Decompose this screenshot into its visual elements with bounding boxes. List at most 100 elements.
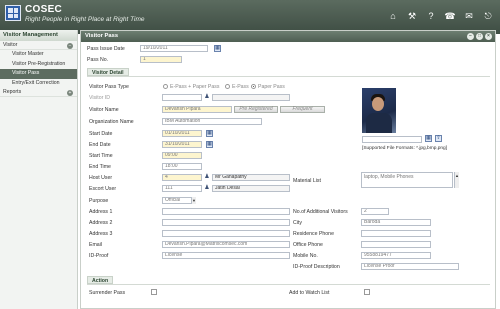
top-bar: COSEC Right People in Right Place at Rig… bbox=[0, 0, 500, 34]
visitor-pass-type-label: Visitor Pass Type bbox=[89, 84, 129, 90]
additional-visitors-label: No.of Additional Visitors bbox=[293, 209, 348, 215]
surrender-pass-checkbox[interactable] bbox=[151, 289, 157, 295]
residence-phone-label: Residence Phone bbox=[293, 231, 334, 237]
address3-label: Address 3 bbox=[89, 231, 113, 237]
id-proof-description-label: ID-Proof Description bbox=[293, 264, 340, 270]
upload-icon[interactable]: ⇧ bbox=[435, 135, 442, 142]
sidebar-section-label: Reports bbox=[3, 89, 22, 95]
radio-label: E-Pass + Paper Pass bbox=[170, 84, 220, 90]
address2-input[interactable] bbox=[162, 219, 290, 226]
sidebar-section-label: Visitor bbox=[3, 42, 18, 48]
logout-icon[interactable]: ⎋ bbox=[482, 10, 494, 22]
visitor-detail-title: Visitor Detail bbox=[87, 68, 129, 76]
address1-input[interactable] bbox=[162, 208, 290, 215]
start-date-input[interactable]: 01/10/2011 bbox=[162, 130, 202, 137]
app-tagline: Right People in Right Place at Right Tim… bbox=[25, 16, 145, 23]
radio-label: E-Pass bbox=[232, 84, 249, 90]
end-time-input[interactable]: 18:00 bbox=[162, 163, 202, 170]
start-time-input[interactable]: 09:00 bbox=[162, 152, 202, 159]
surrender-pass-label: Surrender Pass bbox=[89, 290, 126, 296]
radio-paper-pass[interactable] bbox=[251, 84, 256, 89]
action-title: Action bbox=[87, 276, 114, 284]
user-lookup-icon[interactable]: ♟ bbox=[204, 174, 210, 181]
collapse-icon[interactable]: − bbox=[67, 42, 73, 49]
close-icon[interactable]: × bbox=[485, 33, 492, 40]
visitor-id-input[interactable] bbox=[162, 94, 202, 101]
browse-icon[interactable]: ▦ bbox=[425, 135, 432, 142]
id-proof-input[interactable]: License bbox=[162, 252, 290, 259]
sidebar-item-visitor-pass[interactable]: Visitor Pass bbox=[0, 69, 77, 79]
email-input[interactable]: Devansh.Pipara@Matrixcomsec.com bbox=[162, 241, 290, 248]
pass-no-label: Pass No. bbox=[87, 57, 109, 63]
city-input[interactable]: Baroda bbox=[361, 219, 431, 226]
minimize-icon[interactable]: − bbox=[467, 33, 474, 40]
chevron-down-icon[interactable]: ▼ bbox=[191, 197, 196, 204]
host-user-id-input[interactable]: 4 bbox=[162, 174, 202, 181]
escort-user-name: Jatin Desai bbox=[212, 185, 290, 192]
material-list-textarea[interactable]: laptop, Mobile Phones bbox=[361, 172, 453, 188]
pass-issue-date-input[interactable]: 19/10/2011 bbox=[140, 45, 208, 52]
add-watch-list-checkbox[interactable] bbox=[364, 289, 370, 295]
panel-title: Visitor Pass bbox=[85, 33, 119, 39]
supported-formats-note: [Supported File Formats: *.jpg,bmp,png] bbox=[362, 146, 448, 151]
sidebar-item-visitor-pre-registration[interactable]: Visitor Pre-Registration bbox=[0, 60, 77, 70]
city-label: City bbox=[293, 220, 302, 226]
mobile-label: Mobile No. bbox=[293, 253, 318, 259]
address2-label: Address 2 bbox=[89, 220, 113, 226]
pass-no-input[interactable]: 1 bbox=[140, 56, 182, 63]
residence-phone-input[interactable] bbox=[361, 230, 431, 237]
host-user-name: Mr Ganapathy bbox=[212, 174, 290, 181]
id-proof-description-input[interactable]: License Proof bbox=[361, 263, 459, 270]
frequent-button[interactable]: Frequent bbox=[280, 106, 325, 113]
calendar-icon[interactable]: ▦ bbox=[206, 130, 213, 137]
phone-icon[interactable]: ☎ bbox=[444, 10, 456, 22]
organization-input[interactable]: IBM Automation bbox=[162, 118, 262, 125]
calendar-icon[interactable]: ▦ bbox=[206, 141, 213, 148]
visitor-id-name bbox=[212, 94, 290, 101]
pre-registered-button[interactable]: Pre Registered bbox=[234, 106, 278, 113]
address1-label: Address 1 bbox=[89, 209, 113, 215]
cosec-logo bbox=[5, 5, 21, 21]
visitor-name-label: Visitor Name bbox=[89, 107, 119, 113]
radio-label: Paper Pass bbox=[258, 84, 285, 90]
office-phone-label: Office Phone bbox=[293, 242, 323, 248]
calendar-icon[interactable]: ▦ bbox=[214, 45, 221, 52]
sidebar: Visitor Management Visitor − Visitor Mas… bbox=[0, 30, 78, 309]
photo-file-input[interactable] bbox=[362, 136, 422, 143]
panel-header: Visitor Pass − □ × bbox=[81, 31, 495, 42]
sidebar-section-visitor[interactable]: Visitor − bbox=[0, 41, 77, 50]
app-name: COSEC bbox=[25, 4, 63, 15]
additional-visitors-input[interactable]: 2 bbox=[361, 208, 389, 215]
user-lookup-icon[interactable]: ♟ bbox=[204, 185, 210, 192]
end-date-input[interactable]: 31/10/2011 bbox=[162, 141, 202, 148]
end-time-label: End Time bbox=[89, 164, 111, 170]
sidebar-header: Visitor Management bbox=[0, 30, 77, 41]
host-user-label: Host User bbox=[89, 175, 113, 181]
message-icon[interactable]: ✉ bbox=[463, 10, 475, 22]
expand-icon[interactable]: + bbox=[67, 89, 73, 96]
organization-label: Organization Name bbox=[89, 119, 134, 125]
tools-icon[interactable]: ⚒ bbox=[406, 10, 418, 22]
scroll-icon[interactable]: ▲ bbox=[454, 172, 459, 188]
office-phone-input[interactable] bbox=[361, 241, 431, 248]
visitor-name-input[interactable]: Devansh Pipara bbox=[162, 106, 232, 113]
start-time-label: Start Time bbox=[89, 153, 113, 159]
radio-e-pass[interactable] bbox=[225, 84, 230, 89]
address3-input[interactable] bbox=[162, 230, 290, 237]
radio-e-pass-paper-pass[interactable] bbox=[163, 84, 168, 89]
help-icon[interactable]: ? bbox=[425, 10, 437, 22]
divider bbox=[87, 76, 490, 77]
sidebar-item-entry-exit-correction[interactable]: Entry/Exit Correction bbox=[0, 79, 77, 89]
sidebar-item-visitor-master[interactable]: Visitor Master bbox=[0, 50, 77, 60]
visitor-id-label: Visitor ID bbox=[89, 95, 110, 101]
home-icon[interactable]: ⌂ bbox=[387, 10, 399, 22]
id-proof-label: ID-Proof bbox=[89, 253, 109, 259]
escort-user-id-input[interactable]: 111 bbox=[162, 185, 202, 192]
maximize-icon[interactable]: □ bbox=[476, 33, 483, 40]
visitor-photo bbox=[362, 88, 396, 133]
user-lookup-icon[interactable]: ♟ bbox=[204, 94, 210, 101]
sidebar-section-reports[interactable]: Reports + bbox=[0, 88, 77, 97]
mobile-input[interactable]: 9558819477 bbox=[361, 252, 431, 259]
start-date-label: Start Date bbox=[89, 131, 113, 137]
escort-user-label: Escort User bbox=[89, 186, 117, 192]
